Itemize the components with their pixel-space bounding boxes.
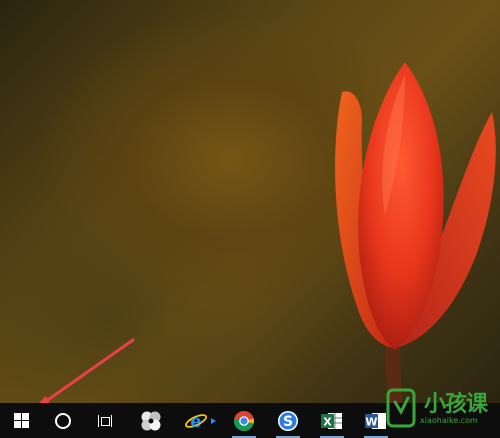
svg-text:e: e [190,411,201,432]
start-button[interactable] [4,403,38,438]
svg-text:X: X [323,415,332,428]
task-view-button[interactable] [88,403,122,438]
internet-explorer-icon: e [184,411,216,432]
task-view-icon [98,414,112,427]
sogou-browser-icon: S [278,410,298,431]
watermark-logo [386,388,416,428]
internet-explorer-button[interactable]: e [180,403,222,438]
excel-button[interactable]: X [314,403,350,438]
excel-icon: X [321,412,342,429]
red-arrow-line [40,338,135,403]
watermark-subtext: xiaohaike.com [420,416,478,425]
windows-start-icon [13,413,29,428]
wallpaper [39,62,496,403]
site-watermark: 小孩课 xiaohaike.com [380,378,500,438]
cortana-search-button[interactable] [46,403,80,438]
svg-text:S: S [283,414,293,430]
chrome-icon [234,410,254,431]
svg-text:W: W [365,415,377,428]
cortana-search-icon [55,412,71,429]
desktop [0,0,500,403]
watermark-text: 小孩课 [424,392,488,417]
pinwheel-app-icon [141,411,161,430]
sogou-browser-button[interactable]: S [270,403,306,438]
pinwheel-app-button[interactable] [134,403,168,438]
chrome-button[interactable] [226,403,262,438]
